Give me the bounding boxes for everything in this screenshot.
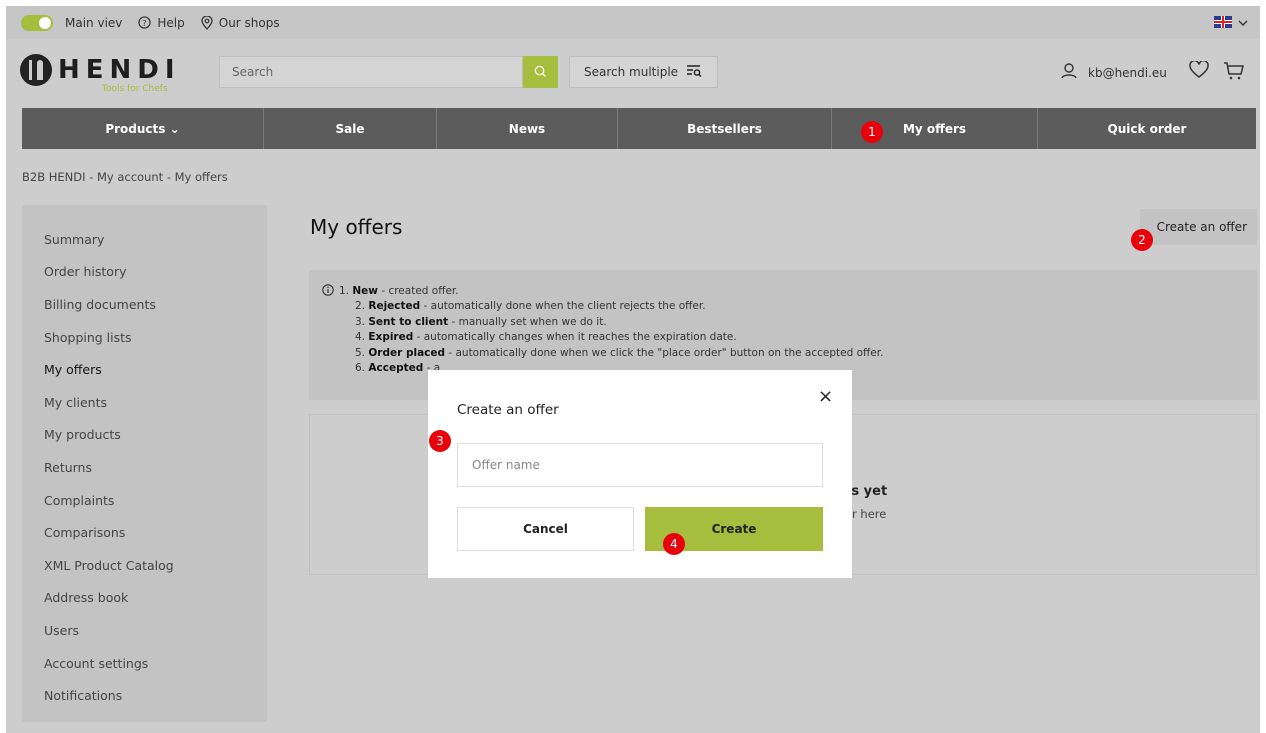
step-badge-1: 1 [861,121,883,143]
sidebar-item-xml-product-catalog[interactable]: XML Product Catalog [22,549,267,582]
nav-quick-order[interactable]: Quick order [1038,108,1256,149]
breadcrumb[interactable]: B2B HENDI - My account - My offers [22,170,228,184]
our-shops-label: Our shops [218,15,280,30]
hendi-logo[interactable]: HENDI Tools for Chefs [20,54,181,94]
user-icon [1060,62,1078,83]
view-toggle[interactable] [21,14,53,31]
cancel-button[interactable]: Cancel [457,507,634,551]
info-line: 4. Expired - automatically changes when … [355,331,737,344]
offer-name-input[interactable] [457,443,823,487]
sidebar-item-users[interactable]: Users [22,614,267,647]
page-title: My offers [310,215,403,239]
close-icon[interactable]: × [818,386,833,407]
account-email: kb@hendi.eu [1088,65,1167,80]
cart-icon[interactable] [1223,61,1245,85]
chevron-down-icon [1238,15,1248,29]
nav-news[interactable]: News [437,108,618,149]
step-badge-4: 4 [663,533,685,555]
create-offer-modal: Create an offer × Cancel Create [428,370,852,578]
logo-tagline: Tools for Chefs [102,84,168,94]
svg-text:?: ? [143,18,147,28]
step-badge-3: 3 [429,430,451,452]
our-shops-link[interactable]: Our shops [201,15,280,30]
nav-bestsellers[interactable]: Bestsellers [618,108,832,149]
sidebar-item-account-settings[interactable]: Account settings [22,647,267,680]
info-line: 5. Order placed - automatically done whe… [355,346,884,359]
account-link[interactable]: kb@hendi.eu [1060,62,1167,83]
main-nav: Products ⌄ Sale News Bestsellers My offe… [22,108,1256,149]
sidebar-item-notifications[interactable]: Notifications [22,679,267,712]
search-input[interactable]: Search [219,56,523,88]
logo-mark-icon [20,54,52,86]
list-search-icon [686,64,702,80]
sidebar-item-comparisons[interactable]: Comparisons [22,516,267,549]
info-line: 3. Sent to client - manually set when we… [355,315,607,328]
location-pin-icon [201,15,213,30]
header-icons [1189,59,1245,85]
sidebar-item-returns[interactable]: Returns [22,451,267,484]
create-offer-button[interactable]: Create an offer [1140,209,1257,245]
help-link[interactable]: ? Help [138,15,185,30]
info-icon [322,284,334,301]
info-line: 1. New - created offer. [339,285,459,297]
sidebar-item-address-book[interactable]: Address book [22,582,267,615]
logo-text: HENDI [58,55,181,85]
sidebar-item-summary[interactable]: Summary [22,223,267,256]
help-label: Help [157,15,185,30]
sidebar-item-my-clients[interactable]: My clients [22,386,267,419]
help-icon: ? [138,16,152,29]
nav-sale[interactable]: Sale [264,108,437,149]
search-multiple-label: Search multiple [584,65,679,79]
nav-products[interactable]: Products ⌄ [22,108,264,149]
modal-title: Create an offer [457,402,559,418]
sidebar-item-order-history[interactable]: Order history [22,256,267,289]
sidebar-item-complaints[interactable]: Complaints [22,484,267,517]
info-line: 2. Rejected - automatically done when th… [355,300,706,313]
top-bar: Main viev ? Help Our shops [6,6,1260,39]
sidebar-item-billing-documents[interactable]: Billing documents [22,288,267,321]
language-selector[interactable] [1214,15,1248,29]
sidebar-item-my-offers[interactable]: My offers [22,353,267,386]
search-button[interactable] [523,56,558,88]
search-multiple-button[interactable]: Search multiple [569,56,718,88]
main-view-link[interactable]: Main viev [65,16,122,30]
sidebar-item-shopping-lists[interactable]: Shopping lists [22,321,267,354]
sidebar-item-my-products[interactable]: My products [22,419,267,452]
uk-flag-icon [1214,16,1232,28]
step-badge-2: 2 [1131,229,1153,251]
heart-icon[interactable] [1189,59,1209,85]
account-sidebar: Summary Order history Billing documents … [22,205,267,722]
search-icon [534,63,547,82]
